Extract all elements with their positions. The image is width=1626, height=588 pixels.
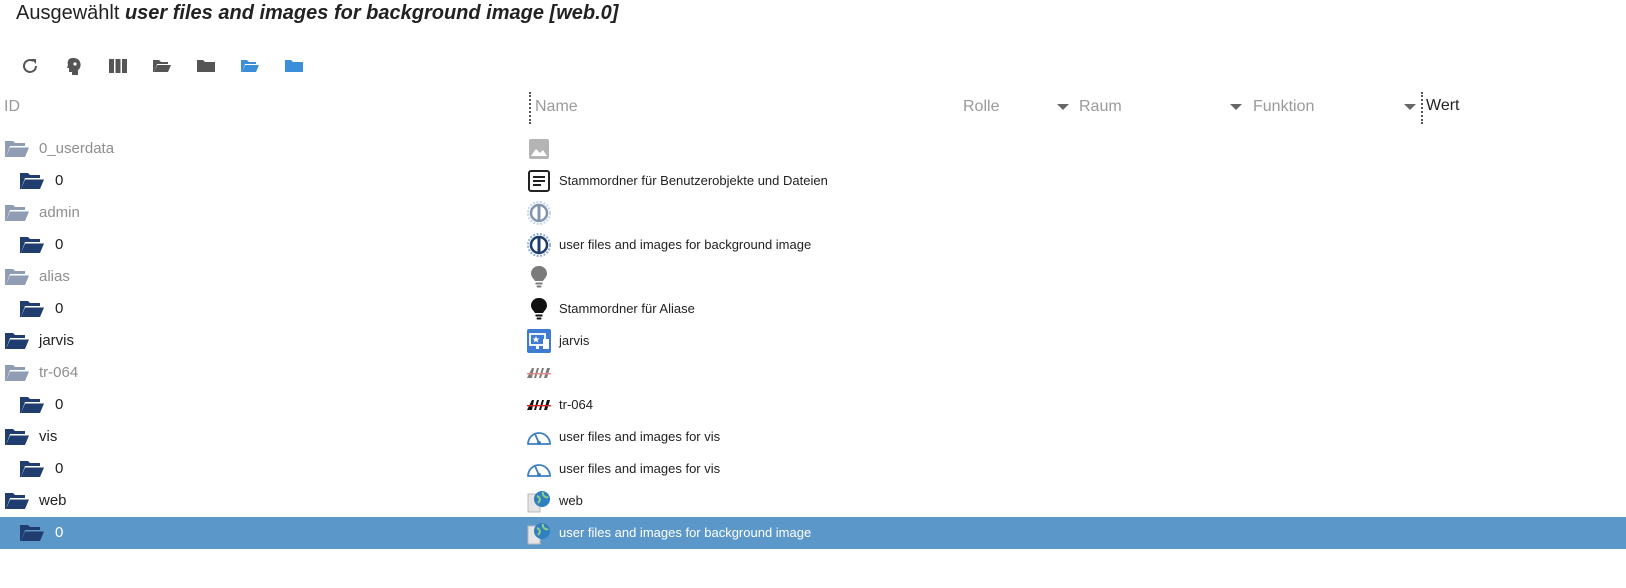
tree-row[interactable]: jarvis jarvis xyxy=(0,325,1626,357)
folder-open-icon[interactable] xyxy=(4,427,30,447)
admin-gear-icon xyxy=(526,232,552,258)
folder-blue-icon xyxy=(285,60,303,72)
refresh-icon xyxy=(23,59,37,73)
columns-icon xyxy=(109,59,127,73)
object-name: jarvis xyxy=(559,333,590,348)
object-id: web xyxy=(39,492,67,509)
folder-open-icon[interactable] xyxy=(19,235,45,255)
object-id: jarvis xyxy=(39,332,75,349)
object-id: admin xyxy=(39,204,80,221)
column-resizer[interactable] xyxy=(529,92,531,124)
expand-one-level-button[interactable] xyxy=(228,54,272,78)
folder-open-icon[interactable] xyxy=(4,139,30,159)
folder-open-icon[interactable] xyxy=(4,331,30,351)
object-name: user files and images for background ima… xyxy=(559,237,812,252)
tree-row[interactable]: 0 user files and images for background im… xyxy=(0,229,1626,261)
columns-button[interactable] xyxy=(96,54,140,78)
title-prefix: Ausgewählt xyxy=(16,2,120,24)
vis-gauge-icon xyxy=(526,424,552,450)
column-header-role[interactable]: Rolle xyxy=(963,98,999,116)
vis-gauge-icon xyxy=(526,456,552,482)
object-id: 0_userdata xyxy=(39,140,115,157)
document-icon xyxy=(526,168,552,194)
object-id: alias xyxy=(39,268,70,285)
object-id: 0 xyxy=(55,396,64,413)
tree-row[interactable]: 0 user files and images for vis xyxy=(0,453,1626,485)
tree-row[interactable]: tr-064 xyxy=(0,357,1626,389)
object-id: vis xyxy=(39,428,58,445)
folder-open-icon[interactable] xyxy=(19,523,45,543)
selected-object-title: user files and images for background ima… xyxy=(124,2,619,24)
refresh-button[interactable] xyxy=(8,54,52,78)
jarvis-monitor-icon xyxy=(526,328,552,354)
room-filter-dropdown-icon[interactable] xyxy=(1230,104,1242,110)
column-header-function[interactable]: Funktion xyxy=(1253,98,1314,116)
object-name: user files and images for vis xyxy=(559,429,721,444)
folder-closed-icon xyxy=(197,60,215,72)
folder-open-icon[interactable] xyxy=(19,459,45,479)
object-name: user files and images for vis xyxy=(559,461,721,476)
column-header-value[interactable]: Wert xyxy=(1426,97,1459,115)
folder-open-icon[interactable] xyxy=(4,203,30,223)
folder-open-icon[interactable] xyxy=(4,491,30,511)
image-icon xyxy=(526,136,552,162)
object-id: 0 xyxy=(55,460,64,477)
web-globe-icon xyxy=(526,520,552,546)
tree-row[interactable]: 0 tr-064 xyxy=(0,389,1626,421)
tree-row[interactable]: 0_userdata xyxy=(0,133,1626,165)
object-id: 0 xyxy=(55,236,64,253)
column-header-room[interactable]: Raum xyxy=(1079,98,1122,116)
tree-row[interactable]: web web xyxy=(0,485,1626,517)
collapse-one-level-button[interactable] xyxy=(272,54,316,78)
folder-open-icon[interactable] xyxy=(4,267,30,287)
object-tree: 0_userdata 0 Stammordner für Benutzerobjek… xyxy=(0,133,1626,549)
admin-gear-icon xyxy=(526,200,552,226)
folder-open-icon[interactable] xyxy=(19,171,45,191)
tree-row[interactable]: 0 Stammordner für Aliase xyxy=(0,293,1626,325)
toolbar xyxy=(8,54,316,78)
tree-row[interactable]: 0 user files and images for background im… xyxy=(0,517,1626,549)
object-name: Stammordner für Benutzerobjekte und Date… xyxy=(559,173,828,188)
expand-all-button[interactable] xyxy=(140,54,184,78)
tree-row[interactable]: admin xyxy=(0,197,1626,229)
table-header: ID Name Rolle Raum Funktion Wert xyxy=(0,92,1626,124)
function-filter-dropdown-icon[interactable] xyxy=(1404,104,1416,110)
avm-logo-icon xyxy=(526,392,552,418)
folder-open-icon[interactable] xyxy=(19,395,45,415)
object-id: 0 xyxy=(55,172,64,189)
web-globe-icon xyxy=(526,488,552,514)
tree-row[interactable]: 0 Stammordner für Benutzerobjekte und Dat… xyxy=(0,165,1626,197)
collapse-all-button[interactable] xyxy=(184,54,228,78)
object-id: 0 xyxy=(55,300,64,317)
object-id: tr-064 xyxy=(39,364,79,381)
role-filter-dropdown-icon[interactable] xyxy=(1057,104,1069,110)
avm-logo-icon xyxy=(526,360,552,386)
object-name: tr-064 xyxy=(559,397,593,412)
lightbulb-icon xyxy=(526,264,552,290)
object-name: user files and images for background ima… xyxy=(559,525,812,540)
lightbulb-icon xyxy=(526,296,552,322)
column-header-name[interactable]: Name xyxy=(535,98,578,116)
column-header-id[interactable]: ID xyxy=(4,98,20,116)
object-id: 0 xyxy=(55,524,64,541)
folder-open-icon xyxy=(153,60,171,72)
expert-mode-button[interactable] xyxy=(52,54,96,78)
folder-open-icon[interactable] xyxy=(19,299,45,319)
folder-open-icon[interactable] xyxy=(4,363,30,383)
object-name: web xyxy=(559,493,583,508)
object-browser: Ausgewählt user files and images for bac… xyxy=(0,0,1626,588)
tree-row[interactable]: alias xyxy=(0,261,1626,293)
tree-row[interactable]: vis user files and images for vis xyxy=(0,421,1626,453)
page-title: Ausgewählt user files and images for bac… xyxy=(16,2,618,25)
column-resizer[interactable] xyxy=(1421,92,1423,124)
head-profile-icon xyxy=(67,58,81,75)
folder-open-blue-icon xyxy=(241,60,259,72)
object-name: Stammordner für Aliase xyxy=(559,301,695,316)
